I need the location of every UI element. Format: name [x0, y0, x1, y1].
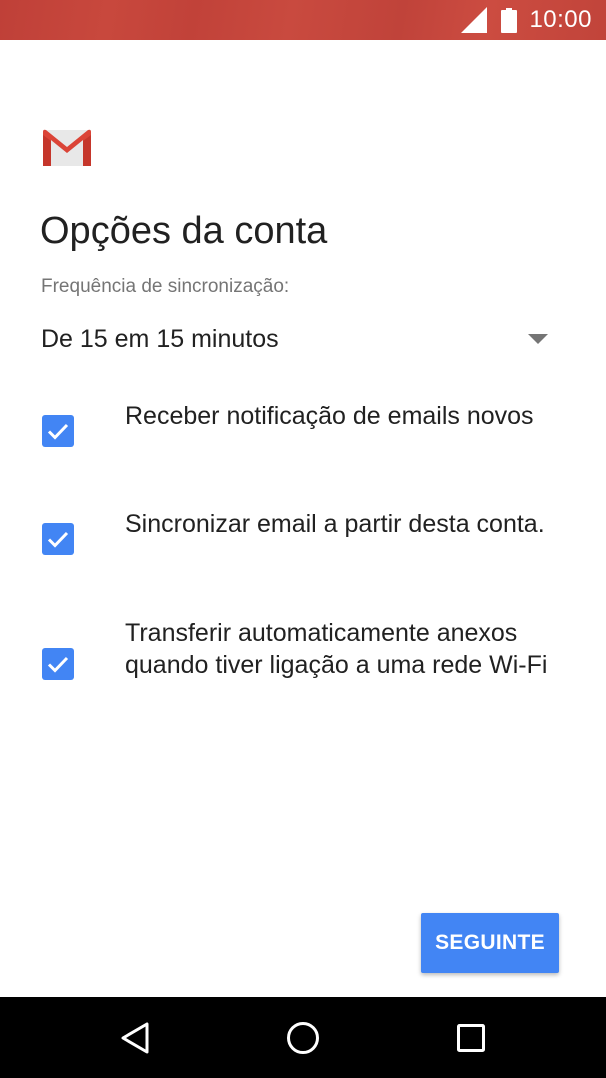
option-auto-download-attachments[interactable]: Transferir automaticamente anexos quando…: [30, 617, 570, 715]
navigation-bar: [0, 997, 606, 1078]
option-label: Receber notificação de emails novos: [125, 402, 534, 430]
home-button[interactable]: [263, 997, 343, 1078]
status-time: 10:00: [529, 6, 592, 33]
back-icon: [121, 1022, 149, 1053]
next-button[interactable]: SEGUINTE: [421, 913, 559, 973]
sync-frequency-dropdown[interactable]: De 15 em 15 minutos: [30, 310, 564, 366]
option-label: Transferir automaticamente anexos quando…: [125, 619, 548, 679]
recents-button[interactable]: [431, 997, 511, 1078]
checkbox-checked-icon[interactable]: [42, 523, 74, 555]
status-bar: 10:00: [0, 0, 606, 40]
option-sync-email[interactable]: Sincronizar email a partir desta conta.: [30, 508, 570, 574]
option-label: Sincronizar email a partir desta conta.: [125, 510, 545, 538]
battery-icon: [501, 7, 518, 33]
page-title: Opções da conta: [40, 210, 328, 252]
back-button[interactable]: [95, 997, 175, 1078]
checkbox-checked-icon[interactable]: [42, 648, 74, 680]
sync-frequency-value: De 15 em 15 minutos: [41, 325, 279, 353]
sync-frequency-label: Frequência de sincronização:: [41, 276, 290, 297]
option-notify-new-emails[interactable]: Receber notificação de emails novos: [30, 400, 570, 466]
status-icons: 10:00: [460, 0, 592, 40]
signal-icon: [461, 7, 488, 33]
gmail-logo: [43, 129, 91, 166]
home-icon: [287, 1021, 319, 1054]
dropdown-arrow-icon: [528, 334, 548, 344]
recents-icon: [457, 1023, 485, 1052]
checkbox-checked-icon[interactable]: [42, 415, 74, 447]
